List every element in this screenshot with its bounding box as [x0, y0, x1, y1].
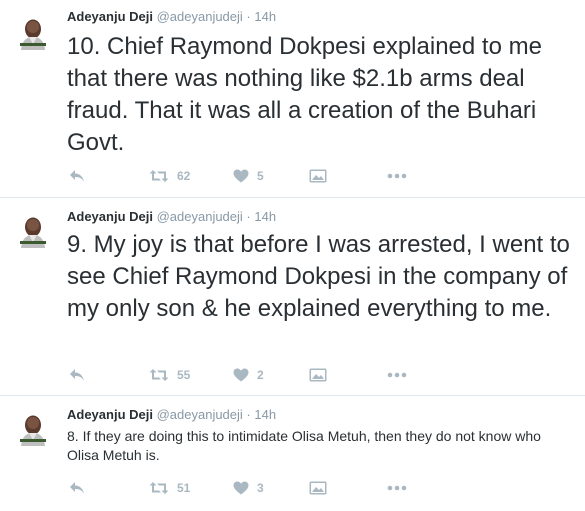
timestamp[interactable]: 14h: [254, 209, 276, 224]
author-handle[interactable]: @adeyanjudeji: [157, 209, 243, 224]
timestamp[interactable]: 14h: [254, 9, 276, 24]
timestamp[interactable]: 14h: [254, 407, 276, 422]
tweet-text: 8. If they are doing this to intimidate …: [67, 428, 541, 463]
like-button[interactable]: 2: [233, 365, 264, 385]
reply-button[interactable]: [69, 478, 85, 498]
avatar[interactable]: [16, 16, 50, 50]
more-button[interactable]: [387, 166, 407, 186]
tweet-header: Adeyanju Deji @adeyanjudeji · 14h: [67, 209, 276, 224]
more-button[interactable]: [387, 478, 407, 498]
tweet-actions: 51 3: [67, 478, 427, 498]
separator-dot: ·: [246, 209, 251, 224]
avatar[interactable]: [16, 412, 50, 446]
like-button[interactable]: 3: [233, 478, 264, 498]
media-button[interactable]: [309, 166, 327, 186]
heart-icon: [233, 481, 249, 495]
media-icon: [309, 481, 327, 495]
retweet-icon: [149, 169, 169, 183]
author-name[interactable]: Adeyanju Deji: [67, 209, 153, 224]
separator-dot: ·: [246, 407, 251, 422]
media-icon: [309, 169, 327, 183]
tweet-item[interactable]: Adeyanju Deji @adeyanjudeji · 14h 8. If …: [0, 396, 585, 511]
retweet-count: 62: [177, 169, 191, 183]
tweet-header: Adeyanju Deji @adeyanjudeji · 14h: [67, 407, 276, 422]
heart-icon: [233, 169, 249, 183]
author-handle[interactable]: @adeyanjudeji: [157, 9, 243, 24]
avatar[interactable]: [16, 214, 50, 248]
tweet-text: 10. Chief Raymond Dokpesi explained to m…: [67, 33, 542, 156]
like-count: 5: [257, 169, 264, 183]
tweet-header: Adeyanju Deji @adeyanjudeji · 14h: [67, 9, 276, 24]
retweet-button[interactable]: 55: [149, 365, 190, 385]
media-button[interactable]: [309, 365, 327, 385]
author-name[interactable]: Adeyanju Deji: [67, 9, 153, 24]
more-icon: [387, 485, 407, 491]
retweet-button[interactable]: 62: [149, 166, 190, 186]
tweet-actions: 55 2: [67, 365, 427, 385]
tweet-item[interactable]: Adeyanju Deji @adeyanjudeji · 14h 10. Ch…: [0, 0, 585, 198]
tweet-actions: 62 5: [67, 166, 427, 186]
reply-icon: [69, 368, 85, 382]
retweet-icon: [149, 368, 169, 382]
retweet-count: 55: [177, 368, 191, 382]
author-name[interactable]: Adeyanju Deji: [67, 407, 153, 422]
reply-button[interactable]: [69, 365, 85, 385]
like-count: 3: [257, 481, 264, 495]
retweet-icon: [149, 481, 169, 495]
separator-dot: ·: [246, 9, 251, 24]
media-button[interactable]: [309, 478, 327, 498]
tweet-item[interactable]: Adeyanju Deji @adeyanjudeji · 14h 9. My …: [0, 198, 585, 396]
media-icon: [309, 368, 327, 382]
reply-icon: [69, 481, 85, 495]
author-handle[interactable]: @adeyanjudeji: [157, 407, 243, 422]
reply-icon: [69, 169, 85, 183]
like-count: 2: [257, 368, 264, 382]
reply-button[interactable]: [69, 166, 85, 186]
like-button[interactable]: 5: [233, 166, 264, 186]
retweet-button[interactable]: 51: [149, 478, 190, 498]
more-icon: [387, 372, 407, 378]
heart-icon: [233, 368, 249, 382]
tweet-text: 9. My joy is that before I was arrested,…: [67, 231, 570, 322]
more-button[interactable]: [387, 365, 407, 385]
retweet-count: 51: [177, 481, 191, 495]
more-icon: [387, 173, 407, 179]
